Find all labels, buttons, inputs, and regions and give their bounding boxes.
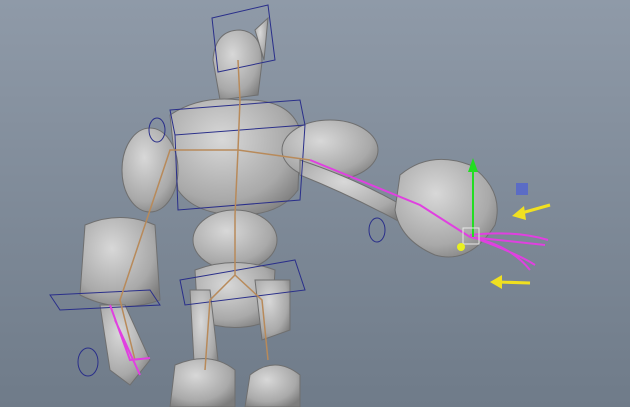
viewport-canvas[interactable]: [0, 0, 630, 407]
3d-viewport[interactable]: [0, 0, 630, 407]
viewport-background: [0, 0, 630, 407]
robot-shin-left[interactable]: [169, 358, 236, 407]
robot-shoulder-left[interactable]: [121, 127, 179, 213]
robot-chest[interactable]: [169, 98, 301, 216]
